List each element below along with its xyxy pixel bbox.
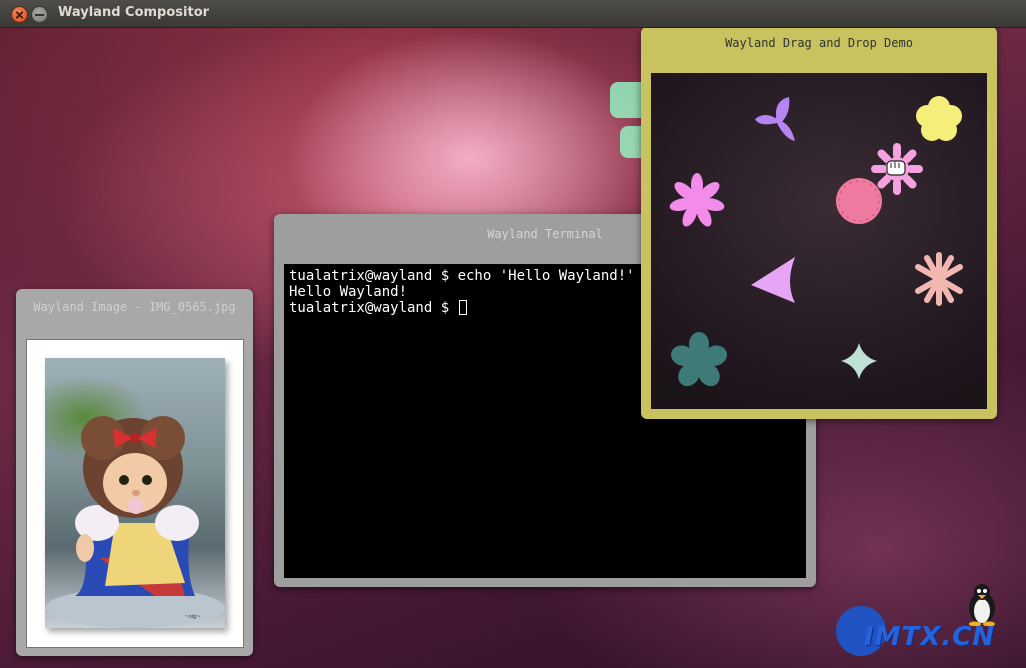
image-window-title: Wayland Image - IMG_0565.jpg bbox=[33, 300, 236, 314]
terminal-cursor bbox=[458, 300, 467, 315]
minimize-icon[interactable] bbox=[31, 6, 48, 23]
desktop: Wayland Image - IMG_0565.jpg ~sig~ Wayla… bbox=[0, 28, 1026, 668]
host-title: Wayland Compositor bbox=[58, 5, 210, 20]
host-titlebar: Wayland Compositor bbox=[0, 0, 1026, 28]
doll-photo-icon: ~sig~ bbox=[45, 416, 225, 628]
dnd-canvas[interactable] bbox=[651, 73, 987, 409]
asterisk-icon[interactable] bbox=[915, 252, 963, 306]
asterisk-icon[interactable] bbox=[668, 173, 725, 229]
propeller-icon[interactable] bbox=[755, 97, 795, 141]
arrow-icon[interactable] bbox=[751, 257, 795, 303]
close-icon[interactable] bbox=[11, 6, 28, 23]
dnd-window[interactable]: Wayland Drag and Drop Demo bbox=[641, 28, 997, 419]
star-icon[interactable] bbox=[841, 343, 877, 379]
photo: ~sig~ bbox=[45, 358, 225, 628]
image-window[interactable]: Wayland Image - IMG_0565.jpg ~sig~ bbox=[16, 289, 253, 656]
flower-icon[interactable] bbox=[916, 96, 962, 141]
svg-text:~sig~: ~sig~ bbox=[185, 614, 201, 620]
round-blob-icon[interactable] bbox=[836, 178, 882, 224]
watermark: IMTX.CN bbox=[836, 584, 1026, 666]
tux-penguin-icon bbox=[969, 584, 995, 626]
terminal-prompt: tualatrix@wayland $ bbox=[289, 300, 458, 316]
grab-cursor-icon bbox=[886, 160, 906, 176]
flower-icon[interactable] bbox=[668, 332, 729, 390]
watermark-text: IMTX.CN bbox=[864, 622, 996, 652]
dnd-window-title: Wayland Drag and Drop Demo bbox=[725, 36, 913, 50]
image-canvas: ~sig~ bbox=[26, 339, 244, 648]
